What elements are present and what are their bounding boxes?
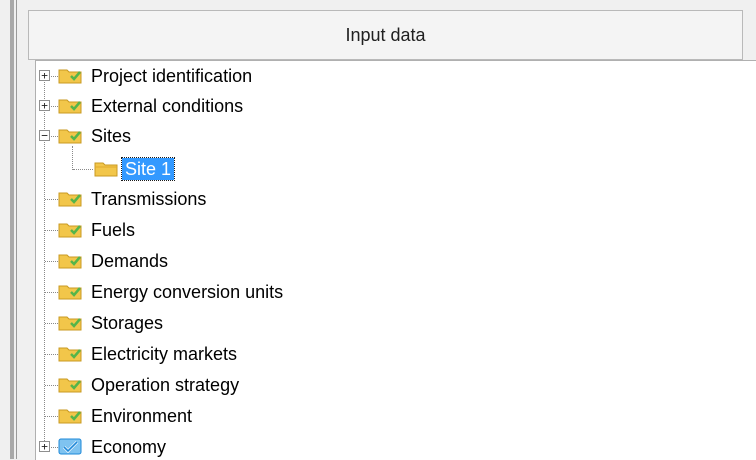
- tree-item-energy-conversion-units[interactable]: Energy conversion units: [88, 281, 286, 303]
- folder-checked-icon: [58, 99, 82, 114]
- tree-item-sites[interactable]: Sites: [88, 125, 134, 147]
- folder-checked-icon: [58, 223, 82, 238]
- tree-connector: [73, 169, 93, 170]
- folder-checked-icon: [58, 192, 82, 207]
- panel-title: Input data: [28, 10, 743, 60]
- expand-toggle[interactable]: +: [39, 70, 50, 81]
- collapse-toggle[interactable]: −: [39, 130, 50, 141]
- tree-item-external-conditions[interactable]: External conditions: [88, 95, 246, 117]
- tree-item-site-1[interactable]: Site 1: [120, 157, 176, 181]
- folder-checked-icon: [58, 316, 82, 331]
- tree-item-project-identification[interactable]: Project identification: [88, 65, 255, 87]
- tree-item-storages[interactable]: Storages: [88, 312, 166, 334]
- folder-icon: [94, 162, 118, 177]
- folder-checked-icon: [58, 347, 82, 362]
- tree-item-environment[interactable]: Environment: [88, 405, 195, 427]
- tree-item-fuels[interactable]: Fuels: [88, 219, 138, 241]
- input-tree[interactable]: + Project identification + External cond…: [35, 60, 756, 460]
- folder-checked-icon: [58, 378, 82, 393]
- tree-item-demands[interactable]: Demands: [88, 250, 171, 272]
- blue-check-icon: [58, 438, 82, 455]
- left-splitter[interactable]: [10, 0, 14, 459]
- expand-toggle[interactable]: +: [39, 100, 50, 111]
- tree-child-line: [72, 146, 73, 170]
- tree-item-transmissions[interactable]: Transmissions: [88, 188, 209, 210]
- folder-checked-icon: [58, 409, 82, 424]
- folder-checked-icon: [58, 69, 82, 84]
- folder-checked-icon: [58, 254, 82, 269]
- input-data-panel: Input data + Project identification + Ex…: [16, 0, 756, 460]
- folder-checked-icon: [58, 285, 82, 300]
- tree-item-economy[interactable]: Economy: [88, 436, 169, 458]
- tree-item-operation-strategy[interactable]: Operation strategy: [88, 374, 242, 396]
- tree-item-electricity-markets[interactable]: Electricity markets: [88, 343, 240, 365]
- expand-toggle[interactable]: +: [39, 441, 50, 452]
- folder-checked-icon: [58, 129, 82, 144]
